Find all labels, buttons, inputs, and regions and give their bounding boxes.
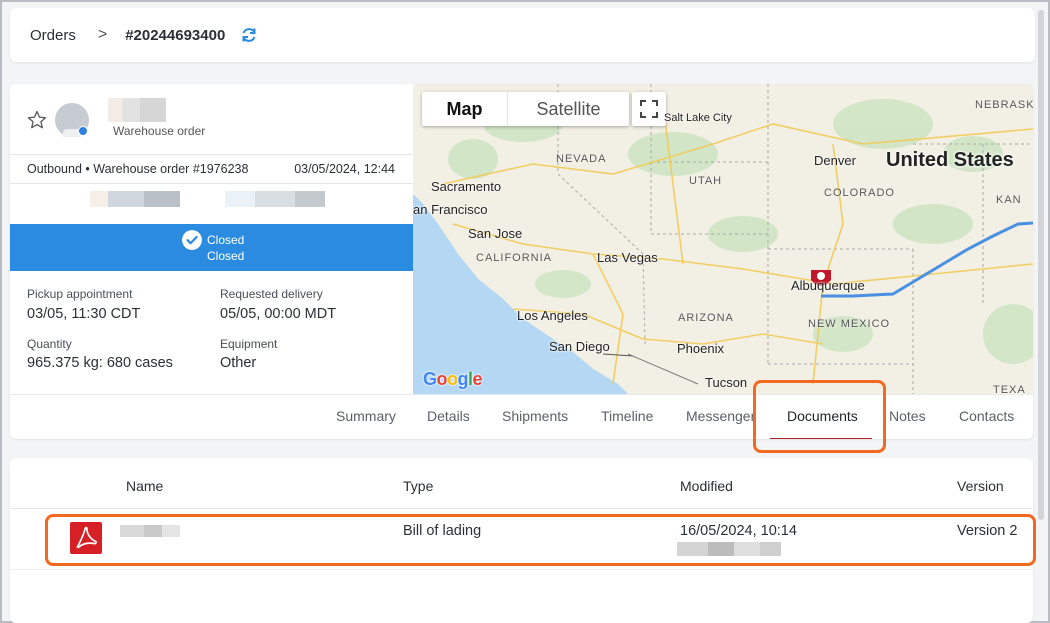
order-meta-row: Outbound • Warehouse order #1976238 03/0… <box>10 154 413 184</box>
tab-details[interactable]: Details <box>427 408 470 424</box>
page-title: #20244693400 <box>125 26 226 44</box>
map-label-las-vegas: Las Vegas <box>597 250 658 265</box>
google-logo: Google <box>423 369 483 389</box>
map-label-salt-lake: Salt Lake City <box>664 112 732 124</box>
quantity-label: Quantity <box>27 337 72 351</box>
column-header-type[interactable]: Type <box>403 478 433 494</box>
order-info-panel: Warehouse order Outbound • Warehouse ord… <box>10 84 413 394</box>
map-label-san-jose: San Jose <box>468 226 523 241</box>
page-scrollbar[interactable] <box>1038 10 1044 520</box>
fullscreen-button[interactable] <box>632 92 666 126</box>
breadcrumb-orders-link[interactable]: Orders <box>30 27 76 44</box>
tab-timeline[interactable]: Timeline <box>601 408 653 424</box>
map-label-arizona: ARIZONA <box>678 312 734 324</box>
map-label-denver: Denver <box>814 153 856 168</box>
map-label-texas: TEXA <box>993 384 1026 394</box>
favorite-star-icon[interactable] <box>26 109 48 131</box>
equipment-value: Other <box>220 355 257 371</box>
tab-messenger[interactable]: Messenger <box>686 408 755 424</box>
map-label-tucson: Tucson <box>705 375 748 390</box>
map-type-toggle: Map Satellite <box>422 92 629 126</box>
delivery-value: 05/05, 00:00 MDT <box>220 306 337 322</box>
status-banner: Closed Closed <box>10 224 413 271</box>
map-label-sacramento: Sacramento <box>431 179 502 194</box>
map-label-colorado: COLORADO <box>824 187 895 199</box>
tab-contacts[interactable]: Contacts <box>959 408 1014 424</box>
map-label-san-francisco: an Francisco <box>413 202 488 217</box>
pickup-value: 03/05, 11:30 CDT <box>27 306 141 322</box>
column-header-modified[interactable]: Modified <box>680 478 733 494</box>
tab-shipments[interactable]: Shipments <box>502 408 568 424</box>
satellite-view-button[interactable]: Satellite <box>507 92 629 126</box>
order-meta-date: 03/05/2024, 12:44 <box>294 162 395 176</box>
map-label-united-states: United States <box>886 149 1014 171</box>
delivery-label: Requested delivery <box>220 287 323 301</box>
map-label-nevada: NEVADA <box>556 153 607 165</box>
redacted-name <box>108 98 166 122</box>
map-label-nebraska: NEBRASK <box>975 99 1033 111</box>
map-label-albuquerque: Albuquerque <box>791 278 865 293</box>
map-view-button[interactable]: Map <box>422 92 507 126</box>
redacted-origin <box>90 191 180 207</box>
map-label-phoenix: Phoenix <box>677 341 724 356</box>
quantity-value: 965.375 kg: 680 cases <box>27 355 173 371</box>
map-label-san-diego: San Diego <box>549 339 610 354</box>
map-label-utah: UTAH <box>689 175 723 187</box>
check-circle-icon <box>182 230 202 250</box>
map-label-los-angeles: Los Angeles <box>517 308 588 323</box>
avatar-badge-icon <box>78 126 88 136</box>
column-header-name[interactable]: Name <box>126 478 163 494</box>
tab-summary[interactable]: Summary <box>336 408 396 424</box>
app-window: Orders > #20244693400 Warehouse order Ou… <box>0 0 1050 623</box>
column-header-version[interactable]: Version <box>957 478 1004 494</box>
document-row-highlight <box>45 514 1036 566</box>
order-type-label: Warehouse order <box>113 124 206 138</box>
status-text: Closed <box>207 233 245 247</box>
breadcrumb: Orders > #20244693400 <box>10 8 1035 62</box>
map-label-california: CALIFORNIA <box>476 252 553 264</box>
pickup-label: Pickup appointment <box>27 287 133 301</box>
redacted-destination <box>225 191 325 207</box>
documents-tab-highlight <box>753 380 886 453</box>
order-meta-description: Outbound • Warehouse order #1976238 <box>27 162 249 176</box>
tab-notes[interactable]: Notes <box>889 408 926 424</box>
row-divider <box>10 569 1033 570</box>
map-label-new-mexico: NEW MEXICO <box>808 318 891 330</box>
fullscreen-icon <box>640 100 658 118</box>
map-label-kan: KAN <box>996 194 1022 206</box>
header-divider <box>10 508 1033 509</box>
route-map[interactable]: Map Satellite Salt Lake City NEVADA Denv… <box>413 84 1033 394</box>
breadcrumb-separator: > <box>97 26 108 43</box>
refresh-icon[interactable] <box>239 25 259 45</box>
status-subtext: Closed <box>207 249 245 263</box>
equipment-label: Equipment <box>220 337 278 351</box>
